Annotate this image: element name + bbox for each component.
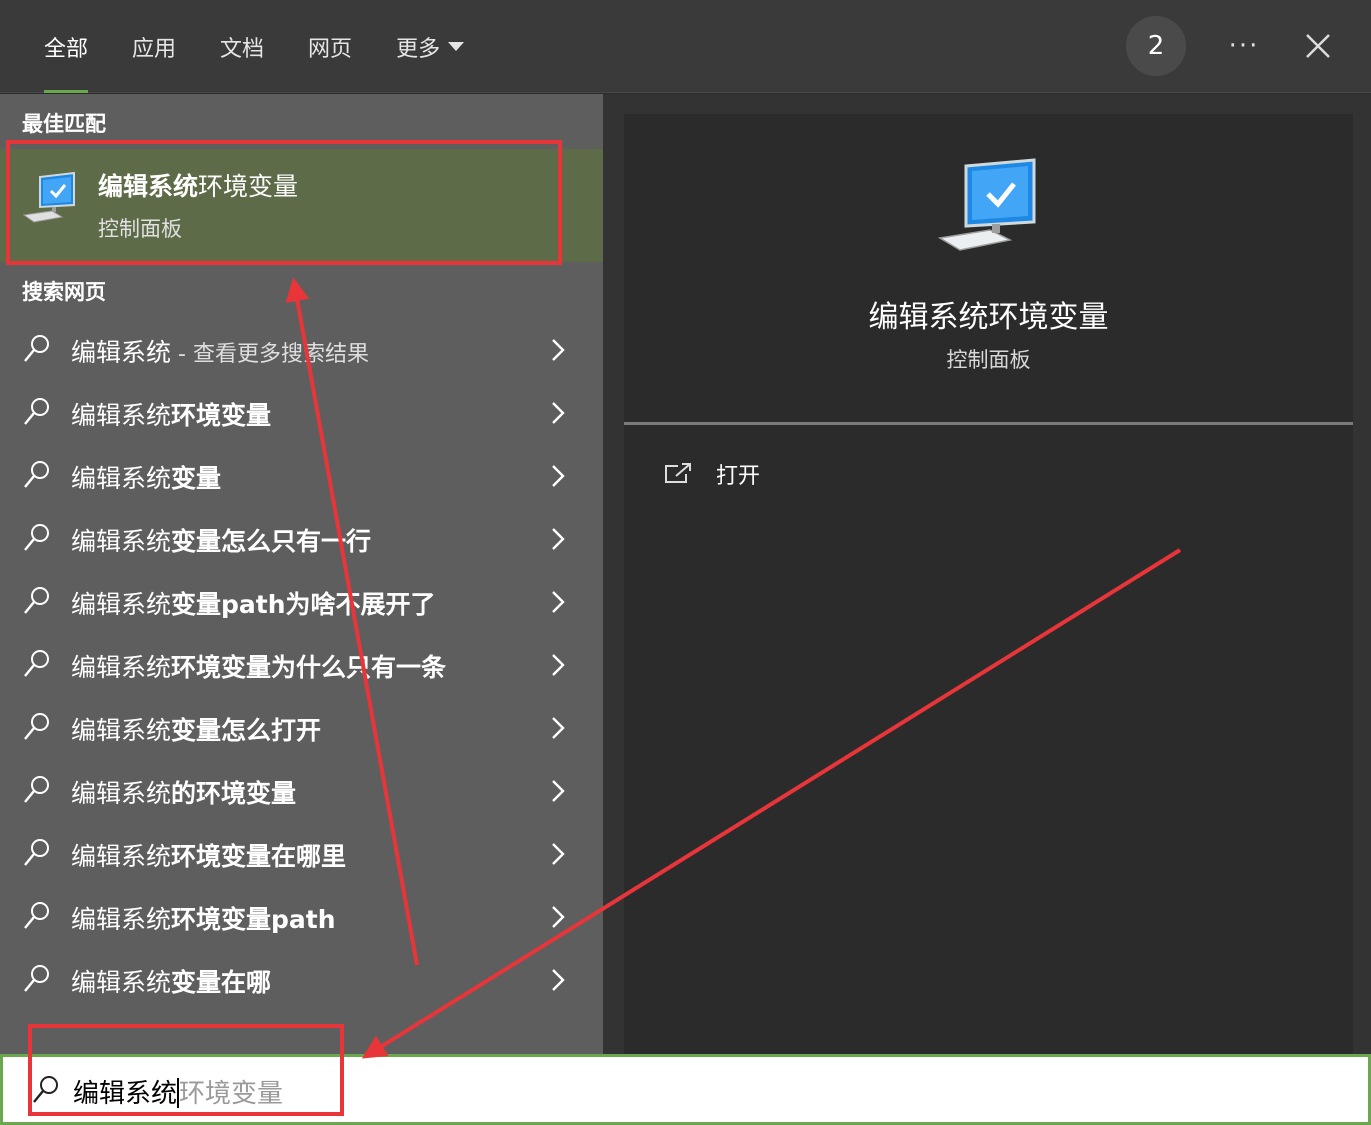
list-item[interactable]: 编辑系统环境变量在哪里 [0, 823, 603, 886]
result-bold: 变量在哪 [171, 968, 272, 997]
rewards-badge[interactable]: 2 [1126, 16, 1186, 76]
chevron-right-icon[interactable] [549, 715, 567, 741]
result-prefix: 编辑系统 [71, 716, 172, 745]
chevron-right-icon[interactable] [549, 526, 567, 552]
system-properties-icon [22, 171, 75, 223]
result-prefix: 编辑系统 [71, 590, 172, 619]
tab-more[interactable]: 更多 [374, 0, 486, 93]
search-icon [24, 335, 49, 362]
web-search-heading: 搜索网页 [22, 280, 106, 304]
preview-title: 编辑系统环境变量 [868, 300, 1109, 335]
search-flyout-header: 全部 应用 文档 网页 更多 2 ··· [0, 0, 1371, 93]
result-prefix: 编辑系统 [71, 338, 172, 367]
ellipsis-icon[interactable]: ··· [1222, 26, 1266, 66]
result-bold: 环境变量为什么只有一条 [171, 653, 447, 682]
search-typed-text: 编辑系统 [73, 1079, 178, 1109]
result-suffix: - 查看更多搜索结果 [171, 342, 369, 367]
open-external-icon [665, 463, 691, 483]
divider [624, 422, 1353, 425]
list-item[interactable]: 编辑系统环境变量path [0, 886, 603, 949]
search-input[interactable]: 编辑系统环境变量 [73, 1073, 283, 1110]
best-match-item[interactable]: 编辑系统环境变量 控制面板 [0, 149, 603, 262]
chevron-right-icon[interactable] [549, 463, 567, 489]
open-action-label: 打开 [716, 464, 761, 489]
list-item[interactable]: 编辑系统的环境变量 [0, 760, 603, 823]
chevron-down-icon [448, 42, 465, 51]
result-bold: 变量 [171, 464, 222, 493]
result-prefix: 编辑系统 [71, 968, 172, 997]
search-icon [24, 650, 49, 677]
search-icon [24, 902, 49, 929]
close-icon[interactable] [1296, 24, 1340, 68]
best-match-title-rest: 环境变量 [198, 172, 299, 201]
result-bold: 的环境变量 [171, 779, 297, 808]
result-bold: 变量path为啥不展开了 [171, 590, 436, 619]
search-icon [24, 587, 49, 614]
list-item[interactable]: 编辑系统变量在哪 [0, 949, 603, 1012]
best-match-heading: 最佳匹配 [22, 112, 106, 136]
preview-subtitle: 控制面板 [946, 348, 1031, 372]
result-prefix: 编辑系统 [71, 905, 172, 934]
result-prefix: 编辑系统 [71, 653, 172, 682]
system-properties-icon [937, 158, 1036, 251]
search-icon [24, 713, 49, 740]
list-item[interactable]: 编辑系统变量怎么打开 [0, 697, 603, 760]
chevron-right-icon[interactable] [549, 589, 567, 615]
chevron-right-icon[interactable] [549, 337, 567, 363]
result-prefix: 编辑系统 [71, 779, 172, 808]
list-item[interactable]: 编辑系统环境变量 [0, 382, 603, 445]
search-icon [24, 965, 49, 992]
result-bold: 变量怎么打开 [171, 716, 322, 745]
filter-tabs: 全部 应用 文档 网页 更多 [22, 0, 486, 93]
tab-apps[interactable]: 应用 [110, 0, 198, 93]
list-item[interactable]: 编辑系统变量path为啥不展开了 [0, 571, 603, 634]
list-item[interactable]: 编辑系统变量怎么只有一行 [0, 508, 603, 571]
chevron-right-icon[interactable] [549, 652, 567, 678]
chevron-right-icon[interactable] [549, 904, 567, 930]
result-prefix: 编辑系统 [71, 527, 172, 556]
result-prefix: 编辑系统 [71, 464, 172, 493]
search-icon [33, 1076, 58, 1103]
search-icon [24, 776, 49, 803]
search-icon [24, 839, 49, 866]
result-bold: 变量怎么只有一行 [171, 527, 372, 556]
search-icon [24, 461, 49, 488]
result-bold: 环境变量在哪里 [171, 842, 347, 871]
best-match-title-bold: 编辑系统 [98, 172, 199, 201]
search-icon [24, 524, 49, 551]
open-action[interactable]: 打开 [664, 444, 760, 504]
chevron-right-icon[interactable] [549, 967, 567, 993]
preview-pane: 编辑系统环境变量 控制面板 打开 [603, 94, 1371, 1074]
result-bold: 环境变量 [171, 401, 272, 430]
search-icon [24, 398, 49, 425]
list-item[interactable]: 编辑系统变量 [0, 445, 603, 508]
search-box[interactable]: 编辑系统环境变量 [0, 1054, 1371, 1125]
result-prefix: 编辑系统 [71, 842, 172, 871]
tab-web[interactable]: 网页 [286, 0, 374, 93]
search-autocomplete: 环境变量 [179, 1079, 284, 1109]
tab-documents[interactable]: 文档 [198, 0, 286, 93]
tab-all[interactable]: 全部 [22, 0, 110, 93]
results-pane: 最佳匹配 编辑系统环境变量 控制面板 搜索网页 编辑系统 - 查看更多搜索结果编… [0, 94, 603, 1054]
result-prefix: 编辑系统 [71, 401, 172, 430]
result-bold: 环境变量path [171, 905, 336, 934]
web-results-list: 编辑系统 - 查看更多搜索结果 编辑系统环境变量 编辑系统变量 编辑系统变量怎么只有一… [0, 319, 603, 1012]
best-match-subtitle: 控制面板 [98, 217, 182, 241]
list-item[interactable]: 编辑系统环境变量为什么只有一条 [0, 634, 603, 697]
chevron-right-icon[interactable] [549, 778, 567, 804]
chevron-right-icon[interactable] [549, 400, 567, 426]
chevron-right-icon[interactable] [549, 841, 567, 867]
preview-card: 编辑系统环境变量 控制面板 打开 [624, 114, 1353, 1074]
list-item[interactable]: 编辑系统 - 查看更多搜索结果 [0, 319, 603, 382]
